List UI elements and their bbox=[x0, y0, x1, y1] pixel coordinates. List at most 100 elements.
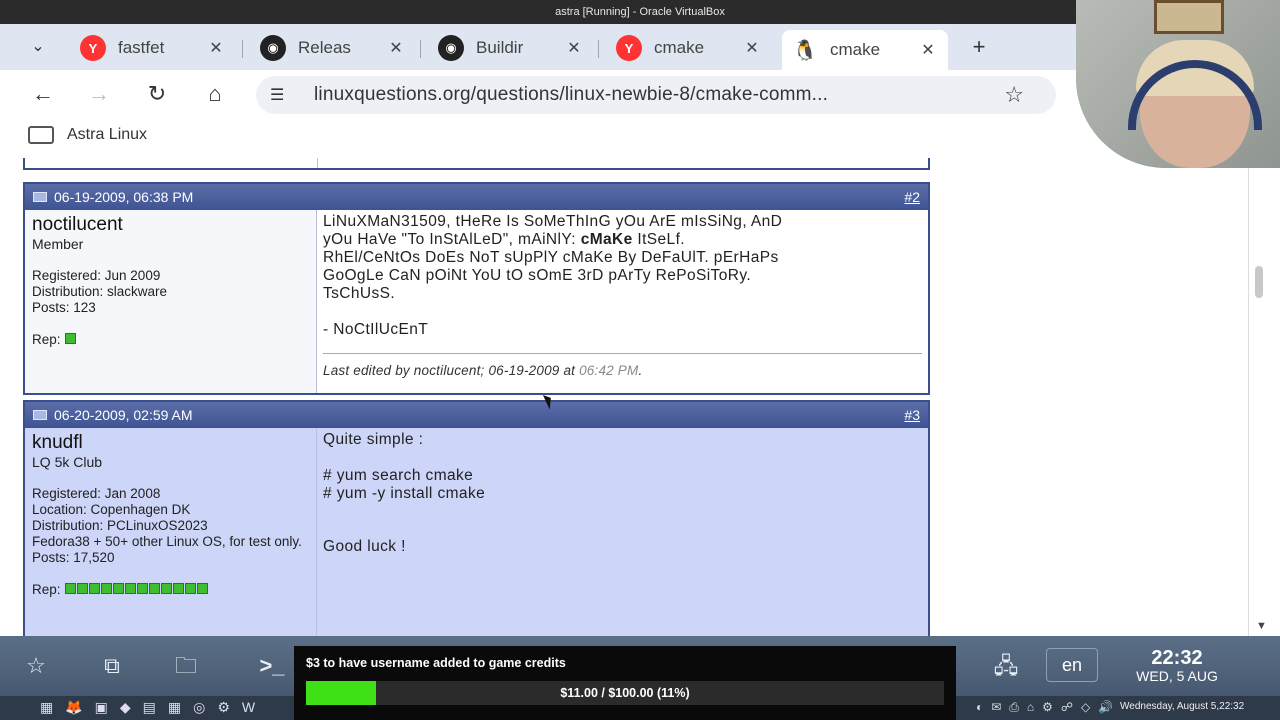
home-icon[interactable]: ⌂ bbox=[200, 80, 230, 108]
github-icon: ◉ bbox=[438, 35, 464, 61]
rep-pip bbox=[89, 583, 101, 594]
close-icon[interactable]: ✕ bbox=[386, 38, 406, 58]
post-date: 06-20-2009, 02:59 AM bbox=[54, 407, 193, 423]
username-link[interactable]: knudfl bbox=[32, 432, 309, 454]
rep-pip bbox=[137, 583, 149, 594]
user-distribution: Distribution: slackware bbox=[32, 284, 168, 299]
user-title: LQ 5k Club bbox=[32, 454, 103, 470]
rep-pip bbox=[113, 583, 125, 594]
rep-label: Rep: bbox=[32, 582, 61, 597]
message-line: yOu HaVe "To InStAlLeD", mAiNlY: cMaKe I… bbox=[323, 231, 685, 248]
user-info-panel: noctilucent Member Registered: Jun 2009 … bbox=[25, 210, 317, 393]
edited-time: 06:42 PM bbox=[579, 363, 639, 378]
rep-pip bbox=[197, 583, 209, 594]
rep-pip bbox=[101, 583, 113, 594]
favorites-star-icon[interactable]: ☆ bbox=[8, 646, 64, 686]
rep-pip bbox=[185, 583, 197, 594]
post-number-link[interactable]: #3 bbox=[904, 407, 920, 423]
edited-note: Last edited by noctilucent; 06-19-2009 a… bbox=[323, 353, 922, 380]
rep-pip bbox=[149, 583, 161, 594]
user-distribution-extra: Fedora38 + 50+ other Linux OS, for test … bbox=[32, 534, 302, 549]
user-posts: Posts: 17,520 bbox=[32, 550, 115, 565]
rep-pip bbox=[77, 583, 89, 594]
tab-1[interactable]: ◉ Releas ✕ bbox=[250, 30, 416, 66]
network-monitor-icon[interactable]: 🖧 bbox=[978, 646, 1034, 686]
tab-list-button[interactable]: ⌄ bbox=[22, 34, 54, 60]
post-header: 06-19-2009, 06:38 PM #2 bbox=[25, 184, 928, 210]
tab-3[interactable]: Y cmake ✕ bbox=[606, 30, 772, 66]
tab-label: Buildir bbox=[476, 38, 524, 57]
donation-title: $3 to have username added to game credit… bbox=[306, 656, 566, 670]
reload-icon[interactable]: ↻ bbox=[142, 80, 172, 108]
scroll-thumb[interactable] bbox=[1255, 266, 1263, 298]
tab-2[interactable]: ◉ Buildir ✕ bbox=[428, 30, 594, 66]
tab-label: cmake bbox=[830, 40, 881, 59]
new-tab-button[interactable]: + bbox=[964, 34, 994, 60]
message-line: TsChUsS. bbox=[323, 285, 396, 302]
rep-pip bbox=[161, 583, 173, 594]
tab-label: fastfet bbox=[118, 38, 165, 57]
host-system-date: Wednesday, August 5,22:32 bbox=[1120, 701, 1245, 712]
user-title: Member bbox=[32, 236, 84, 252]
post-status-icon bbox=[33, 410, 47, 420]
reputation: Rep: bbox=[32, 582, 309, 597]
back-icon[interactable]: ← bbox=[28, 80, 58, 108]
donation-progress-bar: $11.00 / $100.00 (11%) bbox=[306, 681, 944, 705]
close-icon[interactable]: ✕ bbox=[206, 38, 226, 58]
bookmark-folder-astra-linux[interactable]: Astra Linux bbox=[28, 126, 147, 144]
wall-picture bbox=[1154, 0, 1224, 34]
taskbar-clock[interactable]: 22:32 WED, 5 AUG bbox=[1112, 648, 1242, 684]
post-message: LiNuXMaN31509, tHeRe Is SoMeThInG yOu Ar… bbox=[317, 210, 928, 393]
donation-goal-overlay: $3 to have username added to game credit… bbox=[294, 646, 956, 720]
message-line: RhEl/CeNtOs DoEs NoT sUpPlY cMaKe By DeF… bbox=[323, 249, 779, 266]
page-scrollbar[interactable]: ▲ ▼ bbox=[1248, 158, 1280, 636]
close-icon[interactable]: ✕ bbox=[918, 40, 938, 60]
tab-0[interactable]: Y fastfet ✕ bbox=[70, 30, 236, 66]
tab-4-active[interactable]: 🐧 cmake ✕ bbox=[782, 30, 948, 70]
desktops-icon[interactable]: ⧉ bbox=[84, 646, 140, 686]
host-tray-icons[interactable]: ◐✉⎙⌂⚙☍◇🔊 bbox=[976, 700, 1121, 715]
tab-label: Releas bbox=[298, 38, 351, 57]
post-header: 06-20-2009, 02:59 AM #3 bbox=[25, 402, 928, 428]
user-info-panel: knudfl LQ 5k Club Registered: Jan 2008 L… bbox=[25, 428, 317, 636]
reputation-pips bbox=[64, 332, 77, 347]
username-link[interactable]: noctilucent bbox=[32, 214, 309, 236]
user-registered: Registered: Jan 2008 bbox=[32, 486, 161, 501]
tab-label: cmake bbox=[654, 38, 705, 57]
bookmark-label: Astra Linux bbox=[67, 126, 148, 143]
previous-post-tail bbox=[23, 158, 930, 170]
post-message: Quite simple : # yum search cmake # yum … bbox=[317, 428, 928, 636]
file-manager-icon[interactable]: 🗀 bbox=[158, 646, 214, 686]
rep-pip bbox=[65, 583, 77, 594]
rep-label: Rep: bbox=[32, 332, 61, 347]
close-icon[interactable]: ✕ bbox=[564, 38, 584, 58]
message-line: - NoCtIlUcEnT bbox=[323, 321, 429, 338]
user-registered: Registered: Jun 2009 bbox=[32, 268, 161, 283]
yandex-icon: Y bbox=[616, 35, 642, 61]
reputation: Rep: bbox=[32, 332, 309, 347]
host-launcher-icons[interactable]: ▦🦊▣◆▤▦◎⚙W bbox=[40, 699, 267, 716]
url-text[interactable]: linuxquestions.org/questions/linux-newbi… bbox=[314, 84, 974, 106]
address-bar[interactable]: ☰ linuxquestions.org/questions/linux-new… bbox=[256, 76, 1056, 114]
close-icon[interactable]: ✕ bbox=[742, 38, 762, 58]
reputation-pips bbox=[64, 582, 209, 597]
post-3: 06-20-2009, 02:59 AM #3 knudfl LQ 5k Clu… bbox=[23, 400, 930, 636]
folder-icon bbox=[28, 126, 54, 144]
clock-date: WED, 5 AUG bbox=[1136, 668, 1218, 684]
forward-icon[interactable]: → bbox=[84, 80, 114, 108]
page-content: 06-19-2009, 06:38 PM #2 noctilucent Memb… bbox=[0, 158, 1248, 636]
rep-pip bbox=[173, 583, 185, 594]
scroll-down-icon[interactable]: ▼ bbox=[1256, 620, 1267, 632]
message-line: Quite simple : bbox=[323, 431, 424, 448]
keyboard-layout-indicator[interactable]: en bbox=[1046, 648, 1098, 682]
site-info-icon[interactable]: ☰ bbox=[270, 85, 296, 105]
rep-pip bbox=[65, 333, 77, 344]
post-2: 06-19-2009, 06:38 PM #2 noctilucent Memb… bbox=[23, 182, 930, 395]
terminal-icon[interactable]: >_ bbox=[244, 646, 300, 686]
message-line: Good luck ! bbox=[323, 538, 406, 555]
bookmark-star-icon[interactable]: ☆ bbox=[1004, 82, 1024, 108]
bold-keyword: cMaKe bbox=[580, 231, 633, 248]
clock-time: 22:32 bbox=[1151, 647, 1203, 669]
post-number-link[interactable]: #2 bbox=[904, 189, 920, 205]
message-line: LiNuXMaN31509, tHeRe Is SoMeThInG yOu Ar… bbox=[323, 213, 783, 230]
